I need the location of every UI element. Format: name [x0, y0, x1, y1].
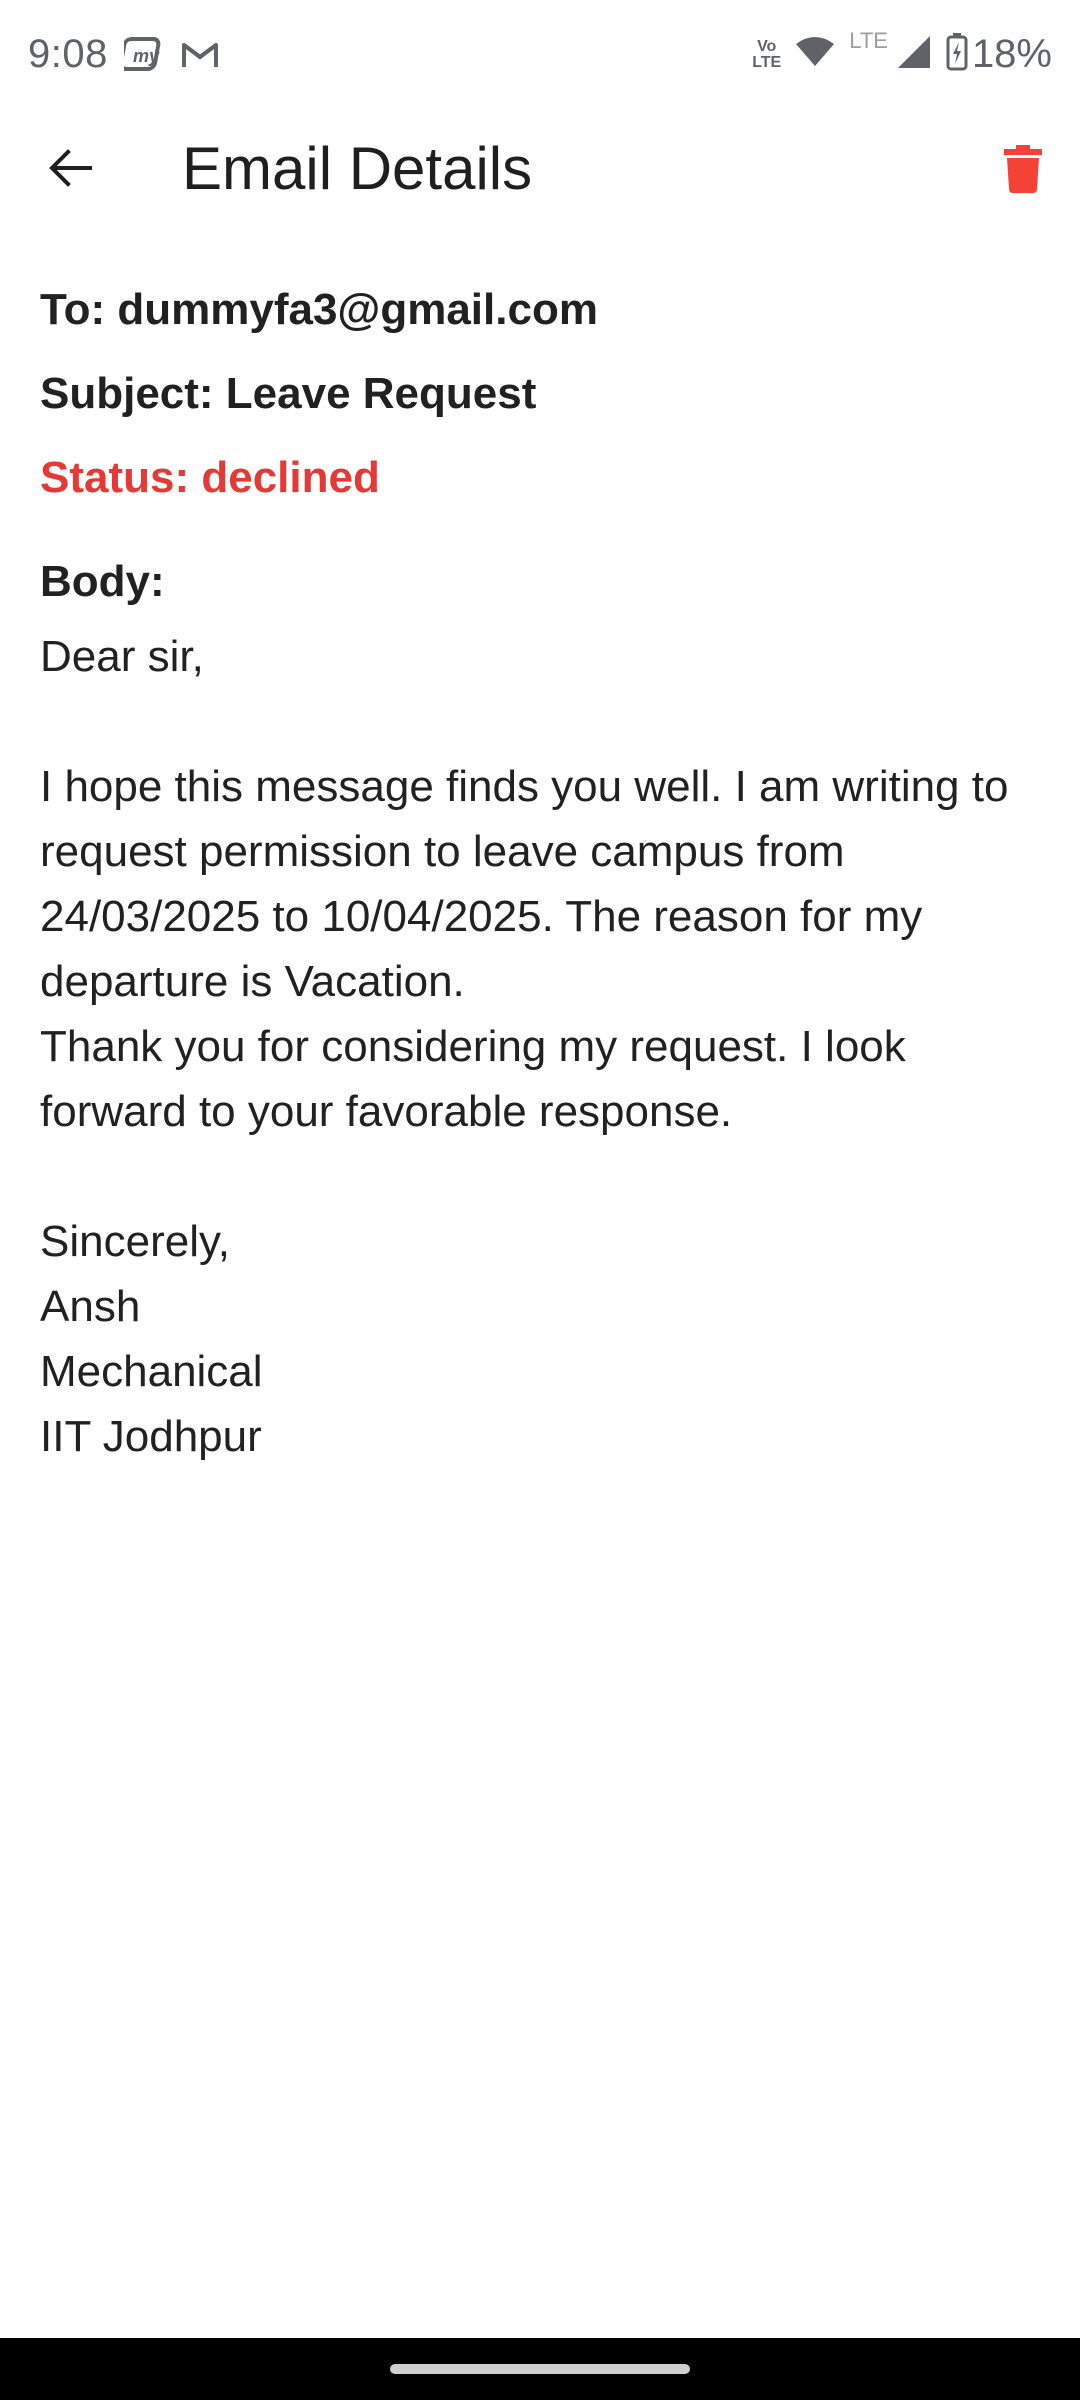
volte-top: Vo: [757, 37, 777, 55]
to-line: To: dummyfa3@gmail.com: [40, 285, 598, 334]
back-button[interactable]: [32, 138, 108, 202]
volte-bottom: LTE: [752, 53, 782, 71]
status-line: Status: declined: [40, 453, 380, 502]
lte-label: LTE: [849, 28, 888, 53]
wifi-icon: [795, 36, 835, 73]
delete-button[interactable]: [988, 136, 1058, 206]
status-left: 9:08 my: [28, 32, 220, 77]
navigation-bar: [0, 2338, 1080, 2400]
svg-text:my: my: [133, 46, 160, 66]
status-right: Vo LTE LTE 18%: [738, 28, 1052, 77]
status-time: 9:08: [28, 32, 108, 76]
status-bar: 9:08 my Vo LTE LTE 18%: [0, 0, 1080, 118]
body-label: Body:: [40, 557, 165, 606]
volte-icon: Vo LTE: [752, 37, 782, 71]
myjio-icon: my: [123, 35, 164, 75]
trash-icon: [1004, 144, 1042, 198]
app-bar: Email Details: [0, 118, 1080, 222]
home-indicator[interactable]: [390, 2364, 690, 2374]
subject-line: Subject: Leave Request: [40, 369, 537, 418]
signal-icon: [896, 34, 932, 75]
arrow-back-icon: [48, 148, 92, 193]
email-body: Dear sir, I hope this message finds you …: [40, 632, 1009, 1461]
battery-percent: 18%: [971, 32, 1052, 76]
page-title: Email Details: [182, 135, 533, 202]
email-details: To: dummyfa3@gmail.com Subject: Leave Re…: [40, 280, 1050, 1469]
gmail-icon: [180, 37, 220, 73]
battery-charging-icon: [946, 33, 968, 76]
